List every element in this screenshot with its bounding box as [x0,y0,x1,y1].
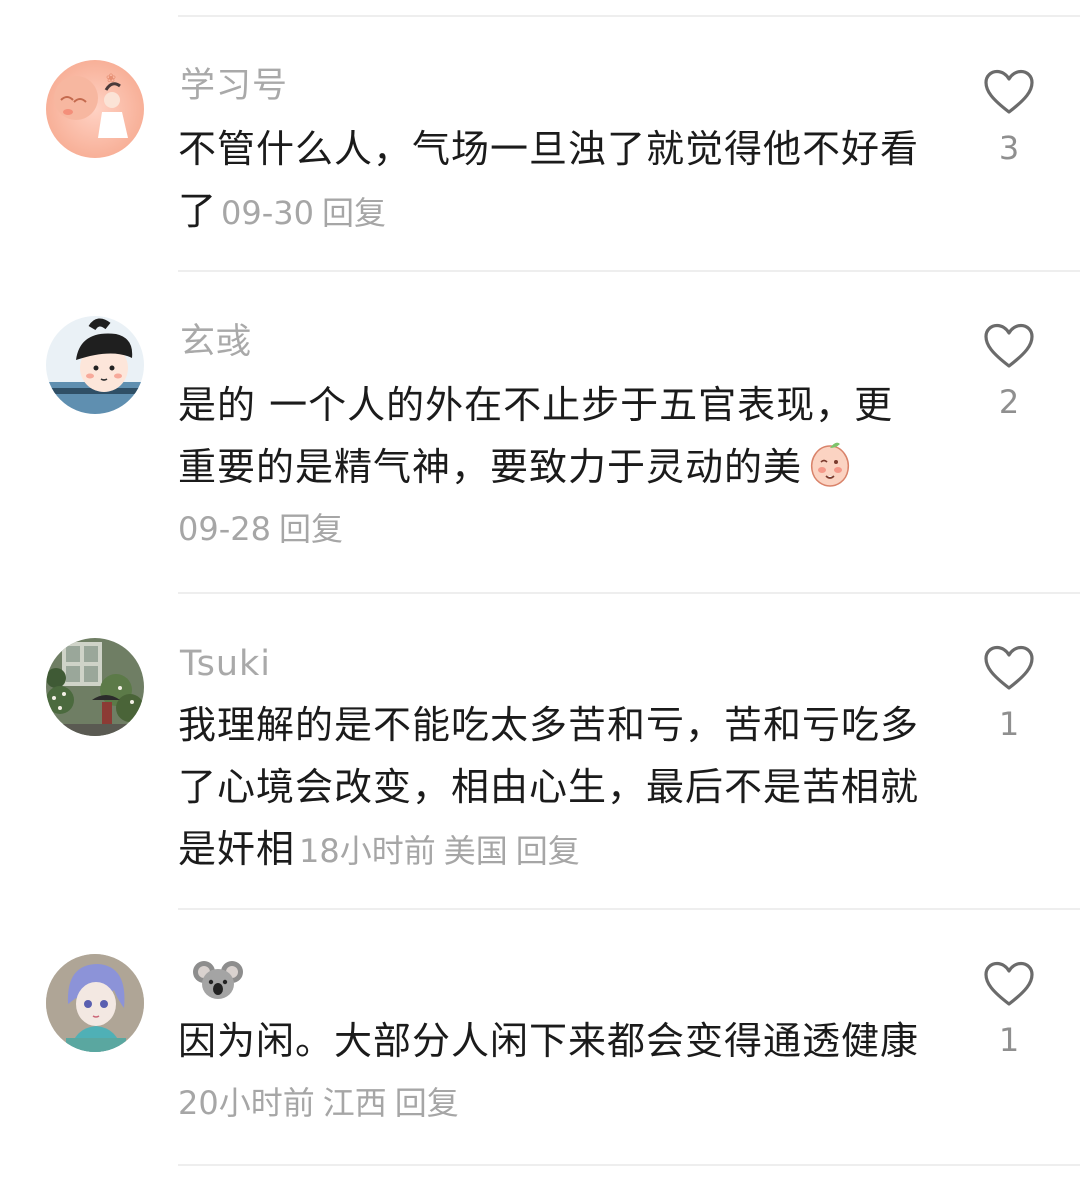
reply-button[interactable]: 回复 [516,832,580,870]
like-button[interactable]: 1 [980,644,1038,742]
comment-line: 重要的是精气神，要致力于灵动的美 [178,436,938,498]
divider [178,908,1080,910]
username[interactable]: Tsuki [180,642,271,686]
like-button[interactable]: 1 [980,960,1038,1058]
like-count: 3 [998,129,1020,167]
girl-pink-avatar-icon: ❀ [46,60,144,158]
divider [178,15,1080,17]
reply-button[interactable]: 回复 [279,510,343,548]
heart-icon [984,961,1034,1006]
comment-meta: 20小时前 江西 回复 [178,1072,938,1134]
heart-icon [984,645,1034,690]
comment-text: 因为闲。大部分人闲下来都会变得通透健康 20小时前 江西 回复 [178,1010,938,1134]
reply-button[interactable]: 回复 [395,1084,459,1122]
garden-photo-avatar-icon [46,638,144,736]
blushing-peach-emoji-icon [810,442,850,487]
comment-line: 是的 一个人的外在不止步于五官表现，更 [178,383,894,427]
avatar[interactable] [46,638,144,736]
like-count: 2 [998,383,1020,421]
comment-text: 我理解的是不能吃太多苦和亏，苦和亏吃多 了心境会改变，相由心生，最后不是苦相就 … [178,694,938,882]
avatar[interactable] [46,954,144,1052]
comment-meta: 09-30 回复 [221,194,394,232]
divider [178,1164,1080,1166]
comment-text: 是的 一个人的外在不止步于五官表现，更 重要的是精气神，要致力于灵动的美 09-… [178,374,938,560]
comment-meta: 18小时前 美国 回复 [299,832,588,870]
koala-emoji-icon [193,961,243,999]
timestamp: 20小时前 [178,1084,315,1122]
like-button[interactable]: 2 [980,322,1038,420]
comment-line: 我理解的是不能吃太多苦和亏，苦和亏吃多 [178,703,920,747]
username[interactable]: 学习号 [180,64,288,108]
divider [178,592,1080,594]
timestamp: 09-30 [221,194,314,232]
comment-line: 了 09-30 回复 [178,180,938,244]
location: 江西 [322,1084,387,1122]
comment-line: 了心境会改变，相由心生，最后不是苦相就 [178,765,920,809]
username[interactable]: 玄彧 [180,320,252,364]
like-count: 1 [998,1021,1020,1059]
comment-text: 不管什么人，气场一旦浊了就觉得他不好看 了 09-30 回复 [178,118,938,244]
timestamp: 09-28 [178,510,271,548]
like-button[interactable]: 3 [980,68,1038,166]
comment-line: 不管什么人，气场一旦浊了就觉得他不好看 [178,127,920,171]
reply-button[interactable]: 回复 [322,194,386,232]
avatar[interactable] [46,316,144,414]
svg-text:❀: ❀ [106,71,116,85]
cartoon-boy-avatar-icon [46,316,144,414]
username[interactable] [180,958,244,1002]
doll-photo-avatar-icon [46,954,144,1052]
avatar[interactable]: ❀ [46,60,144,158]
comment-line: 是奸相 18小时前 美国 回复 [178,818,938,882]
heart-icon [984,323,1034,368]
timestamp: 18小时前 [299,832,436,870]
divider [178,270,1080,272]
like-count: 1 [998,705,1020,743]
comment-line: 因为闲。大部分人闲下来都会变得通透健康 [178,1019,920,1063]
comment-meta: 09-28 回复 [178,498,938,560]
location: 美国 [443,832,508,870]
heart-icon [984,69,1034,114]
